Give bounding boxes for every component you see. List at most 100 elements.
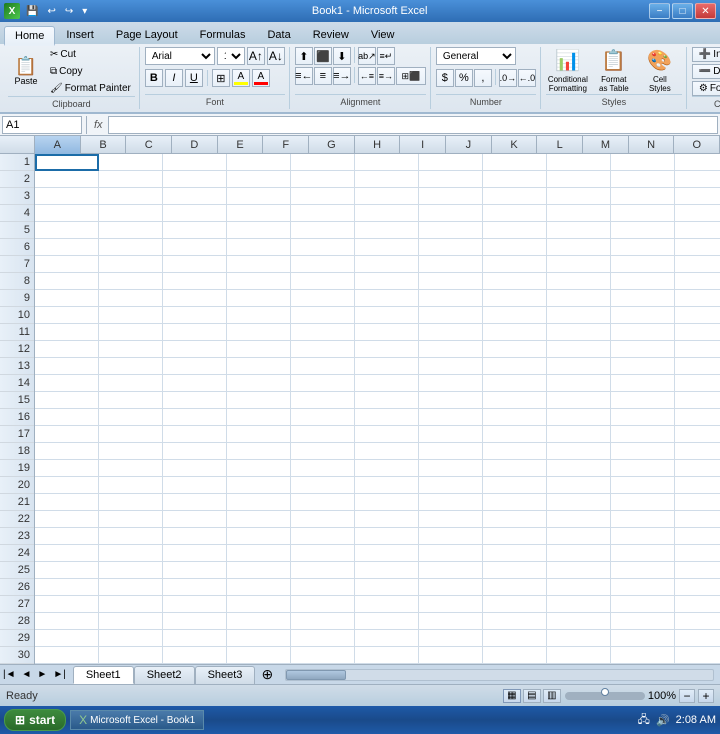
row-num-23[interactable]: 23 (0, 528, 34, 545)
cell-J24[interactable] (611, 545, 675, 562)
cell-I17[interactable] (547, 426, 611, 443)
cell-H22[interactable] (483, 511, 547, 528)
sheet-tab-3[interactable]: Sheet3 (195, 666, 256, 684)
cell-K23[interactable] (675, 528, 720, 545)
cell-A25[interactable] (35, 562, 99, 579)
minimize-btn[interactable]: − (649, 3, 670, 19)
cell-C25[interactable] (163, 562, 227, 579)
cell-C11[interactable] (163, 324, 227, 341)
cell-D2[interactable] (227, 171, 291, 188)
cell-E4[interactable] (291, 205, 355, 222)
cell-H28[interactable] (483, 613, 547, 630)
cell-K3[interactable] (675, 188, 720, 205)
align-bottom-btn[interactable]: ⬇ (333, 47, 351, 65)
cell-J9[interactable] (611, 290, 675, 307)
cell-E18[interactable] (291, 443, 355, 460)
cell-F21[interactable] (355, 494, 419, 511)
cell-H17[interactable] (483, 426, 547, 443)
cell-H19[interactable] (483, 460, 547, 477)
cell-K28[interactable] (675, 613, 720, 630)
cell-D3[interactable] (227, 188, 291, 205)
cell-F18[interactable] (355, 443, 419, 460)
cell-J25[interactable] (611, 562, 675, 579)
cell-F19[interactable] (355, 460, 419, 477)
cell-B6[interactable] (99, 239, 163, 256)
increase-indent-btn[interactable]: ≡→ (377, 67, 395, 85)
cell-I7[interactable] (547, 256, 611, 273)
cell-B5[interactable] (99, 222, 163, 239)
cell-D27[interactable] (227, 596, 291, 613)
font-name-select[interactable]: Arial Calibri Times New Roman (145, 47, 215, 65)
h-scrollbar[interactable] (285, 669, 714, 681)
cell-H26[interactable] (483, 579, 547, 596)
decrease-indent-btn[interactable]: ←≡ (358, 67, 376, 85)
cell-K15[interactable] (675, 392, 720, 409)
format-as-table-btn[interactable]: 📋 Formatas Table (592, 49, 636, 93)
cell-A16[interactable] (35, 409, 99, 426)
col-header-H[interactable]: H (355, 136, 401, 154)
cell-C19[interactable] (163, 460, 227, 477)
row-num-17[interactable]: 17 (0, 426, 34, 443)
tab-formulas[interactable]: Formulas (189, 24, 257, 44)
merge-center-btn[interactable]: ⊞⬛ (396, 67, 426, 85)
cell-G21[interactable] (419, 494, 483, 511)
cell-J10[interactable] (611, 307, 675, 324)
cell-I13[interactable] (547, 358, 611, 375)
cell-E14[interactable] (291, 375, 355, 392)
cell-B4[interactable] (99, 205, 163, 222)
cell-B9[interactable] (99, 290, 163, 307)
cell-F11[interactable] (355, 324, 419, 341)
cell-C20[interactable] (163, 477, 227, 494)
cell-E16[interactable] (291, 409, 355, 426)
cell-E23[interactable] (291, 528, 355, 545)
cell-C18[interactable] (163, 443, 227, 460)
cell-D13[interactable] (227, 358, 291, 375)
tab-data[interactable]: Data (256, 24, 301, 44)
row-num-1[interactable]: 1 (0, 154, 34, 171)
cell-G2[interactable] (419, 171, 483, 188)
cell-I27[interactable] (547, 596, 611, 613)
cell-J30[interactable] (611, 647, 675, 664)
row-num-27[interactable]: 27 (0, 596, 34, 613)
cell-E11[interactable] (291, 324, 355, 341)
cell-K5[interactable] (675, 222, 720, 239)
cell-B25[interactable] (99, 562, 163, 579)
cell-I5[interactable] (547, 222, 611, 239)
cell-J23[interactable] (611, 528, 675, 545)
cell-A24[interactable] (35, 545, 99, 562)
cell-B20[interactable] (99, 477, 163, 494)
cell-D30[interactable] (227, 647, 291, 664)
cell-J3[interactable] (611, 188, 675, 205)
col-header-L[interactable]: L (537, 136, 583, 154)
cell-C23[interactable] (163, 528, 227, 545)
cell-B10[interactable] (99, 307, 163, 324)
cell-C6[interactable] (163, 239, 227, 256)
row-num-2[interactable]: 2 (0, 171, 34, 188)
cell-F14[interactable] (355, 375, 419, 392)
cell-B2[interactable] (99, 171, 163, 188)
cell-I8[interactable] (547, 273, 611, 290)
cell-A1[interactable] (35, 154, 99, 171)
cell-E1[interactable] (291, 154, 355, 171)
cell-D26[interactable] (227, 579, 291, 596)
cell-I1[interactable] (547, 154, 611, 171)
sheet-nav-next[interactable]: ► (34, 669, 50, 680)
cell-J20[interactable] (611, 477, 675, 494)
bold-btn[interactable]: B (145, 69, 163, 87)
cell-B14[interactable] (99, 375, 163, 392)
cell-E26[interactable] (291, 579, 355, 596)
cell-H8[interactable] (483, 273, 547, 290)
cell-D12[interactable] (227, 341, 291, 358)
cell-B13[interactable] (99, 358, 163, 375)
cell-G9[interactable] (419, 290, 483, 307)
row-num-16[interactable]: 16 (0, 409, 34, 426)
cell-K13[interactable] (675, 358, 720, 375)
cell-D21[interactable] (227, 494, 291, 511)
cell-F27[interactable] (355, 596, 419, 613)
cell-C8[interactable] (163, 273, 227, 290)
cell-A4[interactable] (35, 205, 99, 222)
cell-E5[interactable] (291, 222, 355, 239)
cell-G14[interactable] (419, 375, 483, 392)
insert-cells-btn[interactable]: ➕ Insert ▾ (692, 47, 720, 62)
cell-H11[interactable] (483, 324, 547, 341)
